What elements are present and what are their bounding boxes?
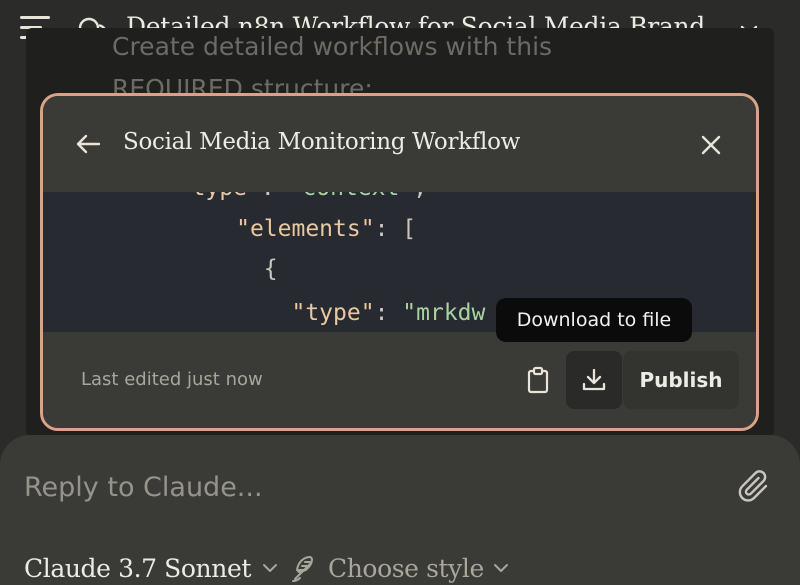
chevron-down-icon xyxy=(493,564,508,572)
reply-input[interactable] xyxy=(24,465,704,509)
artifact-footer: Last edited just now Publish xyxy=(43,332,756,428)
last-edited-status: Last edited just now xyxy=(81,369,263,390)
copy-button[interactable] xyxy=(521,360,555,400)
arrow-left-icon[interactable] xyxy=(75,133,101,155)
artifact-header: Social Media Monitoring Workflow xyxy=(43,96,756,192)
feather-icon xyxy=(292,556,313,582)
download-button[interactable] xyxy=(566,351,622,409)
message-text-line: Create detailed workflows with this xyxy=(112,32,553,61)
style-selector[interactable]: Choose style xyxy=(290,551,510,585)
artifact-panel: Social Media Monitoring Workflow "type":… xyxy=(40,93,759,431)
composer: Claude 3.7 Sonnet Choose style xyxy=(0,435,800,585)
code-line: "type": "context", xyxy=(67,192,427,201)
style-label: Choose style xyxy=(328,553,484,583)
artifact-title: Social Media Monitoring Workflow xyxy=(123,129,520,155)
download-icon xyxy=(582,368,606,391)
paperclip-icon[interactable] xyxy=(738,469,772,505)
publish-button[interactable]: Publish xyxy=(623,351,739,409)
model-selector[interactable]: Claude 3.7 Sonnet xyxy=(24,551,279,585)
chevron-down-icon xyxy=(263,564,278,572)
clipboard-icon xyxy=(527,366,549,394)
download-tooltip: Download to file xyxy=(496,298,692,342)
code-line: "elements": [ xyxy=(236,216,417,242)
code-line: { xyxy=(263,256,278,282)
model-name: Claude 3.7 Sonnet xyxy=(24,553,252,583)
code-line: "type": "mrkdw xyxy=(291,300,486,326)
close-icon[interactable] xyxy=(699,133,723,157)
